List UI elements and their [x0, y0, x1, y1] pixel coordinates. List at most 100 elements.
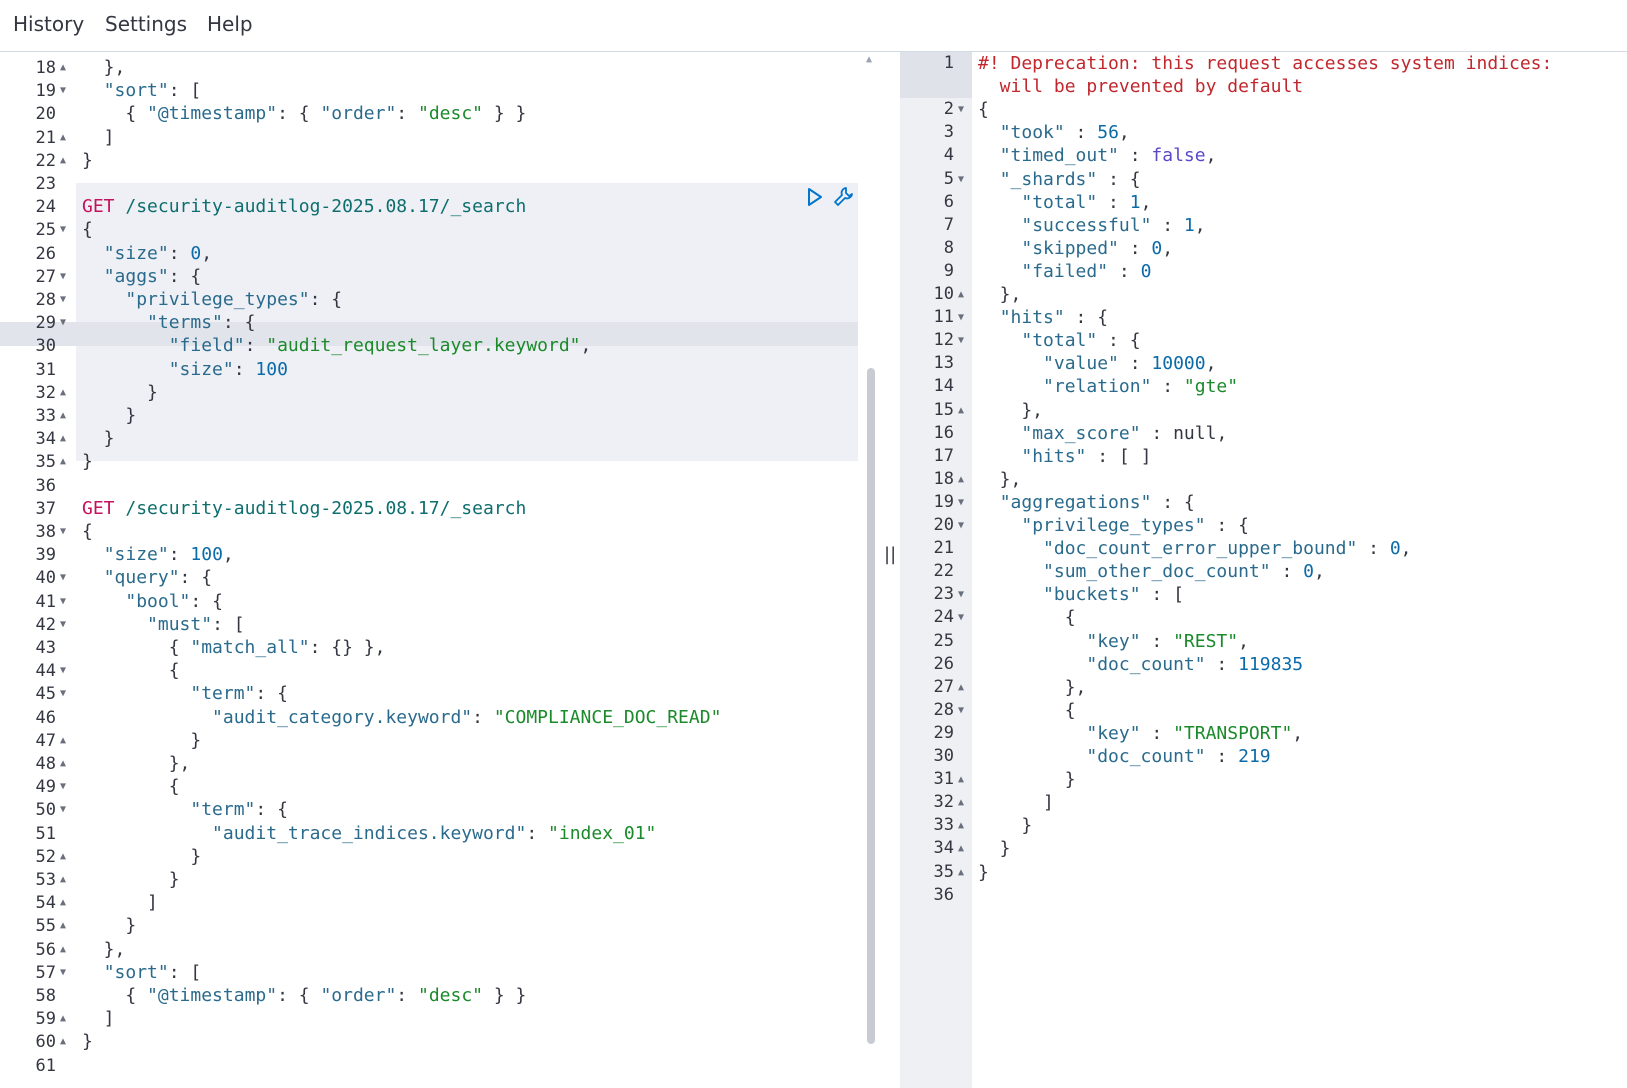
code-line[interactable]: 46 "audit_category.keyword": "COMPLIANCE… [0, 706, 858, 730]
fold-collapse-icon[interactable]: ▲ [958, 814, 964, 837]
fold-expanded-icon[interactable]: ▼ [958, 329, 964, 352]
code-line[interactable]: 54 ▲ ] [0, 891, 858, 915]
code-line[interactable]: 48 ▲ }, [0, 752, 858, 776]
code-line[interactable]: 44 ▼ { [0, 659, 858, 683]
menu-history[interactable]: History [13, 12, 84, 36]
code-line[interactable]: 59 ▲ ] [0, 1007, 858, 1031]
code-line[interactable]: 25 ▼ { [0, 218, 858, 242]
scroll-up-arrow-icon[interactable]: ▲ [866, 54, 872, 65]
code-line[interactable]: 20 { "@timestamp": { "order": "desc" } } [0, 102, 858, 126]
code-line[interactable]: 24 GET /security-auditlog-2025.08.17/_sea… [0, 195, 858, 219]
fold-collapse-icon[interactable]: ▲ [60, 404, 70, 428]
code-line[interactable]: 30 "field": "audit_request_layer.keyword… [0, 334, 858, 358]
code-line[interactable]: 53 ▲ } [0, 868, 858, 892]
fold-expanded-icon[interactable]: ▼ [958, 306, 964, 329]
code-line[interactable]: 21 ▲ ] [0, 126, 858, 150]
code-line[interactable]: 52 ▲ } [0, 845, 858, 869]
code-line[interactable]: 27 ▼ "aggs": { [0, 265, 858, 289]
code-line[interactable]: 19 ▼ "sort": [ [0, 79, 858, 103]
code-line[interactable]: 33 ▲ } [0, 404, 858, 428]
fold-expanded-icon[interactable]: ▼ [60, 311, 70, 335]
code-line[interactable]: 55 ▲ } [0, 914, 858, 938]
code-line[interactable]: 57 ▼ "sort": [ [0, 961, 858, 985]
fold-collapse-icon[interactable]: ▲ [60, 845, 70, 869]
request-editor-scrollbar[interactable] [867, 368, 875, 1044]
wrench-icon[interactable] [832, 185, 856, 209]
code-line[interactable]: 40 ▼ "query": { [0, 566, 858, 590]
fold-collapse-icon[interactable]: ▲ [958, 861, 964, 884]
code-line[interactable]: 29 ▼ "terms": { [0, 311, 858, 335]
fold-expanded-icon[interactable]: ▼ [60, 566, 70, 590]
fold-expanded-icon[interactable]: ▼ [958, 606, 964, 629]
fold-collapse-icon[interactable]: ▲ [60, 914, 70, 938]
fold-collapse-icon[interactable]: ▲ [958, 676, 964, 699]
code-line[interactable]: 56 ▲ }, [0, 938, 858, 962]
fold-collapse-icon[interactable]: ▲ [60, 450, 70, 474]
fold-collapse-icon[interactable]: ▲ [958, 468, 964, 491]
fold-expanded-icon[interactable]: ▼ [60, 775, 70, 799]
fold-collapse-icon[interactable]: ▲ [60, 381, 70, 405]
fold-expanded-icon[interactable]: ▼ [60, 682, 70, 706]
code-line[interactable]: 32 ▲ } [0, 381, 858, 405]
play-icon[interactable] [806, 187, 824, 207]
code-line[interactable]: 36 [0, 474, 858, 498]
code-line[interactable]: 41 ▼ "bool": { [0, 590, 858, 614]
menu-help[interactable]: Help [207, 12, 253, 36]
code-line[interactable]: 26 "size": 0, [0, 242, 858, 266]
fold-expanded-icon[interactable]: ▼ [60, 659, 70, 683]
code-line[interactable]: 50 ▼ "term": { [0, 798, 858, 822]
fold-collapse-icon[interactable]: ▲ [958, 837, 964, 860]
fold-expanded-icon[interactable]: ▼ [958, 514, 964, 537]
fold-expanded-icon[interactable]: ▼ [60, 288, 70, 312]
fold-collapse-icon[interactable]: ▲ [60, 1007, 70, 1031]
fold-collapse-icon[interactable]: ▲ [60, 729, 70, 753]
fold-expanded-icon[interactable]: ▼ [958, 168, 964, 191]
fold-expanded-icon[interactable]: ▼ [60, 590, 70, 614]
fold-collapse-icon[interactable]: ▲ [958, 768, 964, 791]
drag-handle-icon[interactable]: || [884, 544, 896, 565]
code-line[interactable]: 38 ▼ { [0, 520, 858, 544]
code-line[interactable]: 42 ▼ "must": [ [0, 613, 858, 637]
fold-expanded-icon[interactable]: ▼ [60, 79, 70, 103]
code-line[interactable]: 60 ▲} [0, 1030, 858, 1054]
fold-expanded-icon[interactable]: ▼ [60, 613, 70, 637]
fold-expanded-icon[interactable]: ▼ [958, 98, 964, 121]
code-line[interactable]: 49 ▼ { [0, 775, 858, 799]
fold-collapse-icon[interactable]: ▲ [60, 126, 70, 150]
fold-expanded-icon[interactable]: ▼ [958, 583, 964, 606]
code-line[interactable]: 18 ▲ }, [0, 56, 858, 80]
code-line[interactable]: 28 ▼ "privilege_types": { [0, 288, 858, 312]
code-line[interactable]: 45 ▼ "term": { [0, 682, 858, 706]
code-line[interactable]: 22 ▲} [0, 149, 858, 173]
code-line[interactable]: 23 [0, 172, 858, 196]
fold-collapse-icon[interactable]: ▲ [958, 791, 964, 814]
code-line[interactable]: 43 { "match_all": {} }, [0, 636, 858, 660]
code-line[interactable]: 51 "audit_trace_indices.keyword": "index… [0, 822, 858, 846]
fold-expanded-icon[interactable]: ▼ [60, 961, 70, 985]
fold-collapse-icon[interactable]: ▲ [60, 752, 70, 776]
fold-expanded-icon[interactable]: ▼ [60, 798, 70, 822]
code-line[interactable]: 61 [0, 1054, 858, 1078]
fold-expanded-icon[interactable]: ▼ [958, 699, 964, 722]
fold-expanded-icon[interactable]: ▼ [958, 491, 964, 514]
fold-expanded-icon[interactable]: ▼ [60, 265, 70, 289]
code-line[interactable]: 47 ▲ } [0, 729, 858, 753]
fold-collapse-icon[interactable]: ▲ [958, 283, 964, 306]
fold-expanded-icon[interactable]: ▼ [60, 218, 70, 242]
code-line[interactable]: 31 "size": 100 [0, 358, 858, 382]
fold-expanded-icon[interactable]: ▼ [60, 520, 70, 544]
code-line[interactable]: 34 ▲ } [0, 427, 858, 451]
fold-collapse-icon[interactable]: ▲ [60, 149, 70, 173]
fold-collapse-icon[interactable]: ▲ [958, 399, 964, 422]
code-line[interactable]: 39 "size": 100, [0, 543, 858, 567]
fold-collapse-icon[interactable]: ▲ [60, 938, 70, 962]
fold-collapse-icon[interactable]: ▲ [60, 56, 70, 80]
code-line[interactable]: 58 { "@timestamp": { "order": "desc" } } [0, 984, 858, 1008]
code-line[interactable]: 37 GET /security-auditlog-2025.08.17/_sea… [0, 497, 858, 521]
fold-collapse-icon[interactable]: ▲ [60, 868, 70, 892]
menu-settings[interactable]: Settings [105, 12, 187, 36]
fold-collapse-icon[interactable]: ▲ [60, 427, 70, 451]
fold-collapse-icon[interactable]: ▲ [60, 1030, 70, 1054]
request-editor[interactable]: 18 ▲ }, 19 ▼ "sort": [20 { "@timestamp": { … [0, 52, 900, 1088]
code-line[interactable]: 35 ▲} [0, 450, 858, 474]
